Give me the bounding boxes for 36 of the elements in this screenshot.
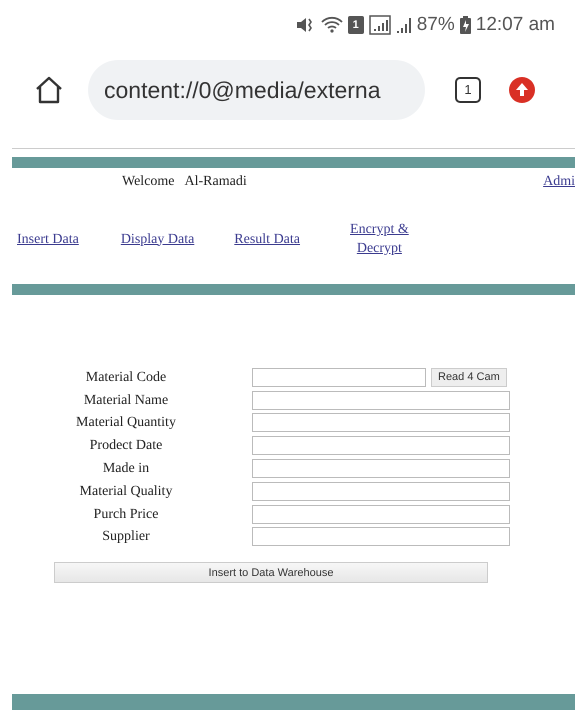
read-cam-button[interactable]: Read 4 Cam [431, 368, 507, 387]
text-field[interactable] [252, 459, 510, 478]
nav-link[interactable]: Display Data [120, 230, 194, 248]
battery-percent: 87% [416, 12, 455, 37]
insert-button[interactable]: Insert to Data Warehouse [54, 562, 488, 584]
address-bar[interactable]: content://0@media/externa [88, 60, 425, 120]
update-icon[interactable] [509, 77, 535, 103]
field-label: Material Name [82, 392, 170, 410]
admin-link[interactable]: Admi [543, 170, 575, 192]
nav-link[interactable]: Result Data [234, 230, 300, 248]
clock: 12:07 am [476, 12, 555, 37]
text-field[interactable] [252, 368, 426, 387]
battery-icon [460, 16, 471, 34]
nav-link[interactable]: Encrypt & Decrypt [350, 220, 409, 258]
tab-count-button[interactable]: 1 [455, 77, 481, 103]
field-label: Material Quantity [75, 414, 177, 432]
text-field[interactable] [252, 436, 510, 456]
signal-bars-icon [396, 16, 412, 34]
text-field[interactable] [252, 482, 510, 501]
text-field[interactable] [252, 504, 510, 524]
user-name: Al-Ramadi [184, 172, 247, 190]
field-label: Purch Price [92, 506, 160, 524]
text-field[interactable] [252, 413, 510, 432]
field-label: Prodect Date [88, 437, 164, 456]
signal-icon [368, 15, 391, 35]
welcome-text: Welcome [122, 172, 175, 190]
field-label: Material Code [84, 368, 168, 387]
home-icon[interactable] [34, 76, 64, 104]
text-field[interactable] [252, 527, 510, 546]
field-label: Supplier [101, 528, 151, 546]
field-label: Made in [102, 460, 150, 478]
nav-link[interactable]: Insert Data [17, 230, 79, 248]
wifi-icon [320, 16, 343, 34]
field-label: Material Quality [78, 482, 174, 501]
sim-icon: 1 [348, 16, 364, 34]
text-field[interactable] [252, 390, 510, 410]
